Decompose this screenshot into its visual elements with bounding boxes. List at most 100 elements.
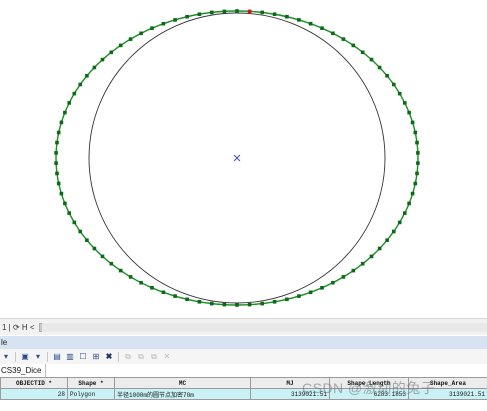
vertex[interactable] xyxy=(161,21,166,26)
vertex[interactable] xyxy=(331,280,335,285)
column-header[interactable]: Shape * xyxy=(67,377,115,389)
vertex[interactable] xyxy=(351,268,356,273)
vertex[interactable] xyxy=(392,82,396,87)
vertex[interactable] xyxy=(67,101,71,105)
vertex[interactable] xyxy=(415,171,419,176)
vertex[interactable] xyxy=(341,37,346,41)
vertex[interactable] xyxy=(222,302,227,307)
vertex[interactable] xyxy=(59,120,64,125)
vertex[interactable] xyxy=(403,211,407,215)
vertex[interactable] xyxy=(78,229,82,234)
vertex[interactable] xyxy=(410,191,415,196)
vertex[interactable] xyxy=(100,254,105,259)
column-header[interactable]: OBJECTID * xyxy=(0,377,68,389)
vertex[interactable] xyxy=(320,26,324,30)
vertex[interactable] xyxy=(285,14,289,19)
vertex[interactable] xyxy=(59,191,64,196)
table-options-dropdown-icon[interactable]: ▾ xyxy=(1,352,11,362)
vertex[interactable] xyxy=(85,74,89,78)
vertex[interactable] xyxy=(210,10,214,15)
vertex[interactable] xyxy=(360,50,365,55)
vertex[interactable] xyxy=(150,286,154,290)
vertex[interactable] xyxy=(197,300,202,304)
vertex[interactable] xyxy=(360,261,365,266)
vertex[interactable] xyxy=(128,37,133,41)
vertex[interactable] xyxy=(185,14,189,19)
vertex[interactable] xyxy=(369,57,374,62)
horizontal-scrollbar[interactable] xyxy=(42,323,487,332)
vertex[interactable] xyxy=(92,246,97,251)
vertex[interactable] xyxy=(210,301,214,306)
vertex[interactable] xyxy=(128,275,133,279)
vertex[interactable] xyxy=(63,110,67,115)
zoom-to-selected-icon[interactable]: ⊞ xyxy=(91,352,101,362)
vertex[interactable] xyxy=(385,238,389,242)
vertex[interactable] xyxy=(413,181,418,186)
vertex[interactable] xyxy=(331,31,335,36)
vertex[interactable] xyxy=(410,120,415,125)
vertex[interactable] xyxy=(173,294,177,298)
vertex[interactable] xyxy=(308,21,313,26)
vertex[interactable] xyxy=(118,43,123,48)
vertex[interactable] xyxy=(272,12,277,16)
chevron-down-icon[interactable]: ▾ xyxy=(33,352,43,362)
vertex[interactable] xyxy=(139,280,143,285)
vertex[interactable] xyxy=(397,220,402,225)
vertex[interactable] xyxy=(54,151,58,155)
vertex[interactable] xyxy=(72,91,77,96)
vertex[interactable] xyxy=(72,220,77,225)
vertex[interactable] xyxy=(416,151,420,155)
tab-cs39-dice[interactable]: CS39_Dice xyxy=(0,364,47,377)
vertex[interactable] xyxy=(222,9,227,14)
vertex[interactable] xyxy=(320,286,324,290)
vertex[interactable] xyxy=(197,12,202,16)
vertex[interactable] xyxy=(260,10,264,15)
vertex[interactable] xyxy=(369,254,374,259)
vertex[interactable] xyxy=(403,101,407,105)
select-by-attributes-icon[interactable]: ▤ xyxy=(52,352,62,362)
vertex[interactable] xyxy=(67,211,71,215)
vertex[interactable] xyxy=(56,130,61,135)
related-tables-icon[interactable]: ▣ xyxy=(20,352,30,362)
vertex[interactable] xyxy=(341,275,346,279)
table-cell[interactable]: Polygon xyxy=(67,388,115,400)
vertex[interactable] xyxy=(55,171,59,176)
vertex[interactable] xyxy=(392,229,396,234)
table-cell[interactable]: 28 xyxy=(0,388,68,400)
vertex[interactable] xyxy=(297,294,301,298)
vertex[interactable] xyxy=(55,140,59,145)
selected-vertex[interactable] xyxy=(247,9,252,14)
vertex[interactable] xyxy=(297,18,301,22)
vertex[interactable] xyxy=(407,201,411,206)
switch-selection-icon[interactable]: ▥ xyxy=(65,352,75,362)
vertex[interactable] xyxy=(63,201,67,206)
vertex[interactable] xyxy=(407,110,411,115)
vertex[interactable] xyxy=(78,82,82,87)
vertex[interactable] xyxy=(150,26,154,30)
vertex[interactable] xyxy=(92,65,97,70)
vertex[interactable] xyxy=(54,161,58,165)
vertex[interactable] xyxy=(173,18,177,22)
vertex[interactable] xyxy=(377,246,382,251)
vertex[interactable] xyxy=(260,301,264,306)
vertex[interactable] xyxy=(377,65,382,70)
column-header[interactable]: MC xyxy=(114,377,251,389)
vertex[interactable] xyxy=(247,302,252,307)
map-canvas[interactable] xyxy=(0,0,487,318)
vertex[interactable] xyxy=(161,290,166,295)
vertex[interactable] xyxy=(272,300,277,304)
vertex[interactable] xyxy=(85,238,89,242)
vertex[interactable] xyxy=(235,303,239,307)
clear-selection-icon[interactable]: ☐ xyxy=(78,352,88,362)
vertex[interactable] xyxy=(308,290,313,295)
vertex[interactable] xyxy=(416,161,420,165)
vertex[interactable] xyxy=(109,261,114,266)
vertex[interactable] xyxy=(351,43,356,48)
vertex[interactable] xyxy=(415,140,419,145)
vertex[interactable] xyxy=(118,268,123,273)
vertex[interactable] xyxy=(385,74,389,78)
delete-selected-icon[interactable]: ✖ xyxy=(104,352,114,362)
vertex[interactable] xyxy=(139,31,143,36)
vertex[interactable] xyxy=(109,50,114,55)
vertex[interactable] xyxy=(397,91,402,96)
